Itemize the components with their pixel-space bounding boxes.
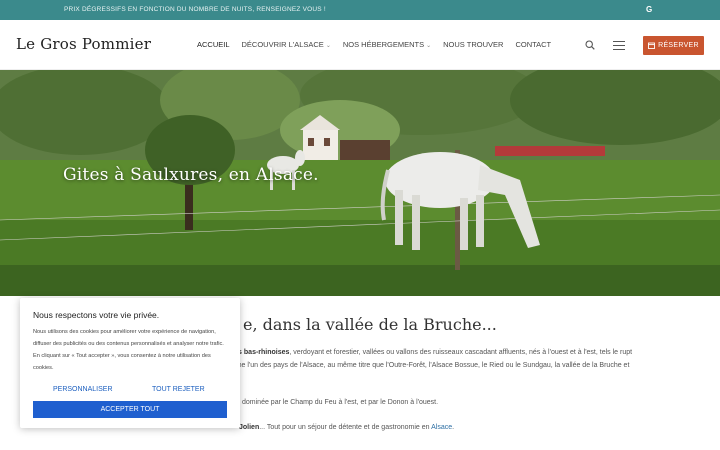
hamburger-menu-icon[interactable] (613, 41, 625, 50)
cookie-consent-banner: Nous respectons votre vie privée. Nous u… (20, 298, 240, 428)
paragraph-line-2: omme l'un des pays de l'Alsace, au même … (226, 362, 630, 369)
site-logo[interactable]: Le Gros Pommier (16, 35, 151, 53)
hero-banner: Gites à Saulxures, en Alsace. (0, 70, 720, 296)
section-heading: e, dans la vallée de la Bruche... (243, 315, 497, 334)
site-header: Le Gros Pommier Accueil Découvrir l'Alsa… (0, 20, 720, 70)
cookie-title: Nous respectons votre vie privée. (33, 310, 160, 320)
nav-item-nous-trouver[interactable]: Nous trouver (443, 40, 503, 49)
nav-item-hebergements[interactable]: Nos hébergements ⌄ (343, 40, 431, 49)
customize-button[interactable]: Personnaliser (53, 386, 113, 393)
nav-item-decouvrir[interactable]: Découvrir l'Alsace ⌄ (242, 40, 331, 49)
reject-all-button[interactable]: Tout rejeter (152, 386, 205, 393)
accept-all-button[interactable]: Accepter tout (33, 401, 227, 418)
hero-title: Gites à Saulxures, en Alsace. (63, 165, 319, 185)
nav-item-contact[interactable]: Contact (515, 40, 551, 49)
alsace-link[interactable]: Alsace (431, 424, 452, 431)
search-icon[interactable] (585, 40, 595, 50)
nav-item-accueil[interactable]: Accueil (197, 40, 230, 49)
paragraph-line-3: dominée par le Champ du Feu à l'est, et … (242, 399, 439, 406)
google-icon[interactable]: G (646, 5, 652, 14)
chevron-down-icon: ⌄ (426, 43, 432, 49)
reserve-button[interactable]: Réserver (643, 36, 704, 55)
top-bar: Prix dégressifs en fonction du nombre de… (0, 0, 720, 20)
promo-text: Prix dégressifs en fonction du nombre de… (64, 6, 326, 13)
calendar-icon (648, 42, 656, 49)
cookie-text: Nous utilisons des cookies pour améliore… (33, 329, 224, 371)
main-nav: Accueil Découvrir l'Alsace ⌄ Nos hébergem… (197, 40, 563, 49)
chevron-down-icon: ⌄ (325, 43, 331, 49)
paragraph-line-1: ages bas-rhinoises, verdoyant et foresti… (226, 349, 633, 356)
paragraph-line-4: Jolien... Tout pour un séjour de détente… (239, 424, 455, 431)
